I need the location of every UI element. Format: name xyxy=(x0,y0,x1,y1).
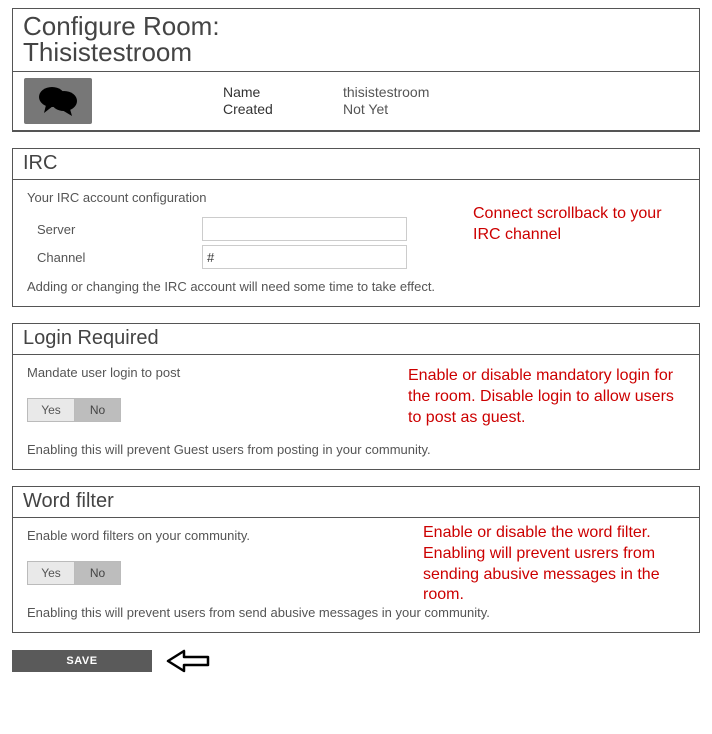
room-name: Thisistestroom xyxy=(23,39,689,65)
wordfilter-toggle: Yes No xyxy=(27,561,121,585)
server-label: Server xyxy=(37,222,202,237)
login-no-button[interactable]: No xyxy=(74,399,120,421)
login-yes-button[interactable]: Yes xyxy=(28,399,74,421)
name-label: Name xyxy=(223,84,260,100)
wordfilter-yes-button[interactable]: Yes xyxy=(28,562,74,584)
arrow-left-icon xyxy=(166,649,212,673)
login-panel: Login Required Mandate user login to pos… xyxy=(12,323,700,470)
chat-bubbles-icon xyxy=(36,83,80,120)
info-values: thisistestroom Not Yet xyxy=(343,78,699,124)
irc-note: Adding or changing the IRC account will … xyxy=(27,279,685,294)
login-note: Enabling this will prevent Guest users f… xyxy=(27,442,685,457)
channel-label: Channel xyxy=(37,250,202,265)
room-avatar xyxy=(24,78,92,124)
login-title: Login Required xyxy=(13,324,699,355)
irc-panel: IRC Your IRC account configuration Serve… xyxy=(12,148,700,307)
created-label: Created xyxy=(223,101,273,117)
save-row: SAVE xyxy=(12,649,700,673)
wordfilter-callout: Enable or disable the word filter. Enabl… xyxy=(423,523,683,606)
channel-row: Channel xyxy=(37,245,685,269)
server-input[interactable] xyxy=(202,217,407,241)
irc-callout: Connect scrollback to your IRC channel xyxy=(473,204,683,246)
save-button[interactable]: SAVE xyxy=(12,650,152,672)
wordfilter-panel: Word filter Enable word filters on your … xyxy=(12,486,700,633)
wordfilter-no-button[interactable]: No xyxy=(74,562,120,584)
irc-title: IRC xyxy=(13,149,699,180)
configure-room-panel: Configure Room: Thisistestroom Name Crea… xyxy=(12,8,700,132)
wordfilter-title: Word filter xyxy=(13,487,699,518)
channel-input[interactable] xyxy=(202,245,407,269)
irc-lede: Your IRC account configuration xyxy=(27,190,685,205)
room-info-row: Name Created thisistestroom Not Yet xyxy=(13,72,699,131)
login-callout: Enable or disable mandatory login for th… xyxy=(408,366,683,428)
wordfilter-note: Enabling this will prevent users from se… xyxy=(27,605,685,620)
avatar-cell xyxy=(13,78,103,124)
login-toggle: Yes No xyxy=(27,398,121,422)
info-labels: Name Created xyxy=(103,78,343,124)
name-value: thisistestroom xyxy=(343,84,699,101)
created-value: Not Yet xyxy=(343,101,699,118)
page-title: Configure Room: Thisistestroom xyxy=(13,9,699,72)
